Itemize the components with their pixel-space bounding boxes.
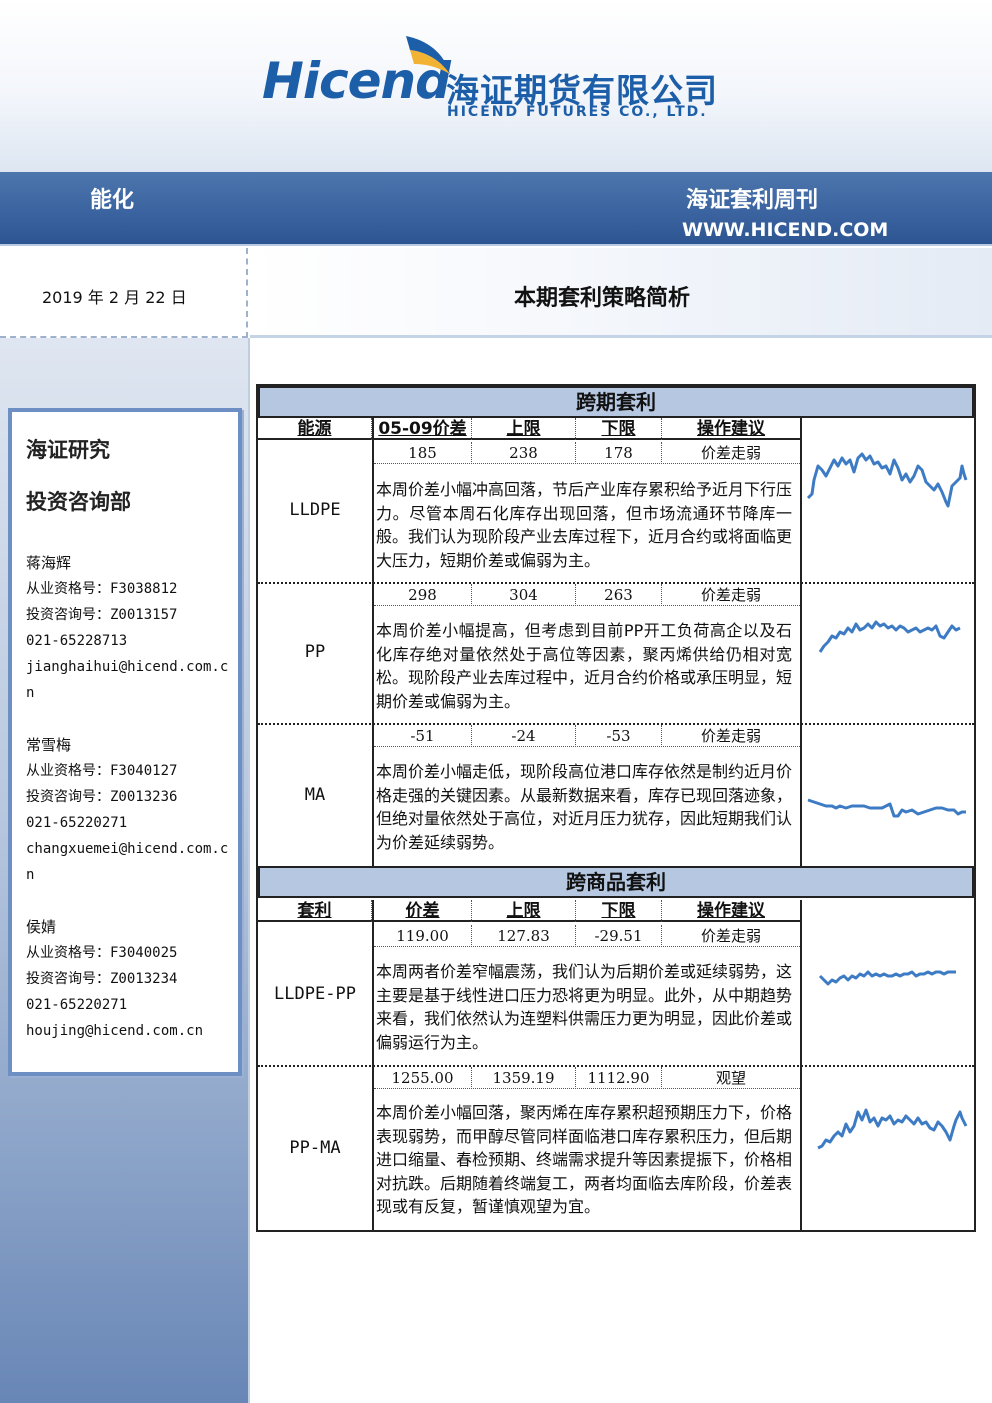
spread-value: 119.00: [374, 925, 472, 947]
analyst-card: 常雪梅 从业资格号：F3040127 投资咨询号：Z0013236 021-65…: [26, 732, 236, 888]
analyst-license: 从业资格号：F3038812: [26, 581, 178, 597]
analyst-card: 蒋海辉 从业资格号：F3038812 投资咨询号：Z0013157 021-65…: [26, 550, 236, 706]
commodity-name: PP: [304, 642, 326, 662]
header-row: 套利 价差 上限 下限 操作建议: [258, 900, 800, 922]
header-cell: 套利: [258, 900, 372, 922]
values-row: 298 304 263 价差走弱: [374, 584, 800, 606]
analyst-card: 侯婧 从业资格号：F3040025 投资咨询号：Z0013234 021-652…: [26, 914, 236, 1044]
recommendation: 价差走弱: [700, 586, 761, 604]
header-cell: 上限: [472, 418, 576, 440]
values-row: 119.00 127.83 -29.51 价差走弱: [374, 925, 800, 947]
analyst-advisory: 投资咨询号：Z0013157: [26, 607, 178, 623]
logo-company-en: HICEND FUTURES CO., LTD.: [447, 104, 708, 120]
analyst-phone: 021-65220271: [26, 997, 128, 1013]
section-intercommodity-heading: 跨商品套利: [258, 866, 974, 898]
header-cell: 能源: [258, 418, 372, 440]
registered-mark: ®: [416, 88, 425, 98]
upper-limit: 1359.19: [472, 1067, 576, 1089]
upper-limit: 304: [472, 584, 576, 606]
analyst-license: 从业资格号：F3040127: [26, 763, 178, 779]
analyst-name: 常雪梅: [26, 736, 72, 754]
lower-limit: 178: [576, 442, 662, 464]
spread-sparkline: [807, 798, 966, 818]
website-url[interactable]: WWW.HICEND.COM: [682, 219, 888, 241]
analyst-email[interactable]: changxuemei@hicend.com.cn: [26, 836, 236, 888]
spread-value: 185: [374, 442, 472, 464]
commodity-name: LLDPE: [289, 500, 341, 520]
recommendation: 价差走弱: [700, 927, 761, 945]
commodity-name: MA: [304, 785, 326, 805]
header-cell: 操作建议: [697, 419, 765, 439]
recommendation: 价差走弱: [700, 444, 761, 462]
values-row: -51 -24 -53 价差走弱: [374, 725, 800, 747]
sector-label: 能化: [90, 188, 135, 213]
header-cell: 操作建议: [697, 901, 765, 921]
header-cell: 下限: [576, 418, 662, 440]
department-research: 海证研究: [26, 438, 110, 462]
upper-limit: 238: [472, 442, 576, 464]
upper-limit: 127.83: [472, 925, 576, 947]
spread-value: 1255.00: [374, 1067, 472, 1089]
main-title: 本期套利策略简析: [514, 286, 691, 311]
recommendation: 价差走弱: [700, 727, 761, 745]
commentary: 本周价差小幅提高，但考虑到目前PP开工负荷高企以及石化库存绝对量依然处于高位等因…: [376, 621, 793, 711]
publication-title: 海证套利周刊: [686, 188, 819, 213]
spread-value: 298: [374, 584, 472, 606]
lower-limit: -53: [576, 725, 662, 747]
analyst-advisory: 投资咨询号：Z0013234: [26, 971, 178, 987]
values-row: 1255.00 1359.19 1112.90 观望: [374, 1067, 800, 1089]
commodity-name: LLDPE-PP: [274, 984, 356, 1004]
header-cell: 05-09价差: [374, 418, 472, 440]
spread-sparkline: [817, 1108, 968, 1150]
analyst-email[interactable]: jianghaihui@hicend.com.cn: [26, 654, 236, 706]
spread-sparkline: [818, 970, 956, 986]
values-row: 185 238 178 价差走弱: [374, 442, 800, 464]
column-divider: [372, 418, 374, 866]
spread-sparkline: [806, 452, 968, 508]
analyst-name: 侯婧: [26, 918, 57, 936]
analyst-phone: 021-65220271: [26, 815, 128, 831]
header-cell: 价差: [374, 900, 472, 922]
report-date: 2019 年 2 月 22 日: [42, 288, 187, 307]
column-divider: [800, 418, 802, 866]
analyst-phone: 021-65228713: [26, 633, 128, 649]
section-intertemporal-heading: 跨期套利: [258, 386, 974, 418]
spread-sparkline: [818, 620, 961, 653]
department-advisory: 投资咨询部: [26, 490, 131, 514]
spread-value: -51: [374, 725, 472, 747]
header-row: 能源 05-09价差 上限 下限 操作建议: [258, 418, 800, 440]
lower-limit: 263: [576, 584, 662, 606]
lower-limit: 1112.90: [576, 1067, 662, 1089]
upper-limit: -24: [472, 725, 576, 747]
commentary: 本周价差小幅冲高回落，节后产业库存累积给予近月下行压力。尽管本周石化库存出现回落…: [376, 480, 793, 570]
commentary: 本周两者价差窄幅震荡，我们认为后期价差或延续弱势，这主要是基于线性进口压力恐将更…: [376, 962, 793, 1052]
analyst-name: 蒋海辉: [26, 554, 72, 572]
analyst-license: 从业资格号：F3040025: [26, 945, 178, 961]
commentary: 本周价差小幅走低，现阶段高位港口库存依然是制约近月价格走强的关键因素。从最新数据…: [376, 762, 793, 852]
lower-limit: -29.51: [576, 925, 662, 947]
recommendation: 观望: [715, 1069, 746, 1087]
analyst-email[interactable]: houjing@hicend.com.cn: [26, 1018, 236, 1044]
header-cell: 上限: [472, 900, 576, 922]
header-cell: 下限: [576, 900, 662, 922]
analyst-advisory: 投资咨询号：Z0013236: [26, 789, 178, 805]
commentary: 本周价差小幅回落，聚丙烯在库存累积超预期压力下，价格表现弱势，而甲醇尽管同样面临…: [376, 1103, 793, 1216]
commodity-name: PP-MA: [289, 1138, 341, 1158]
